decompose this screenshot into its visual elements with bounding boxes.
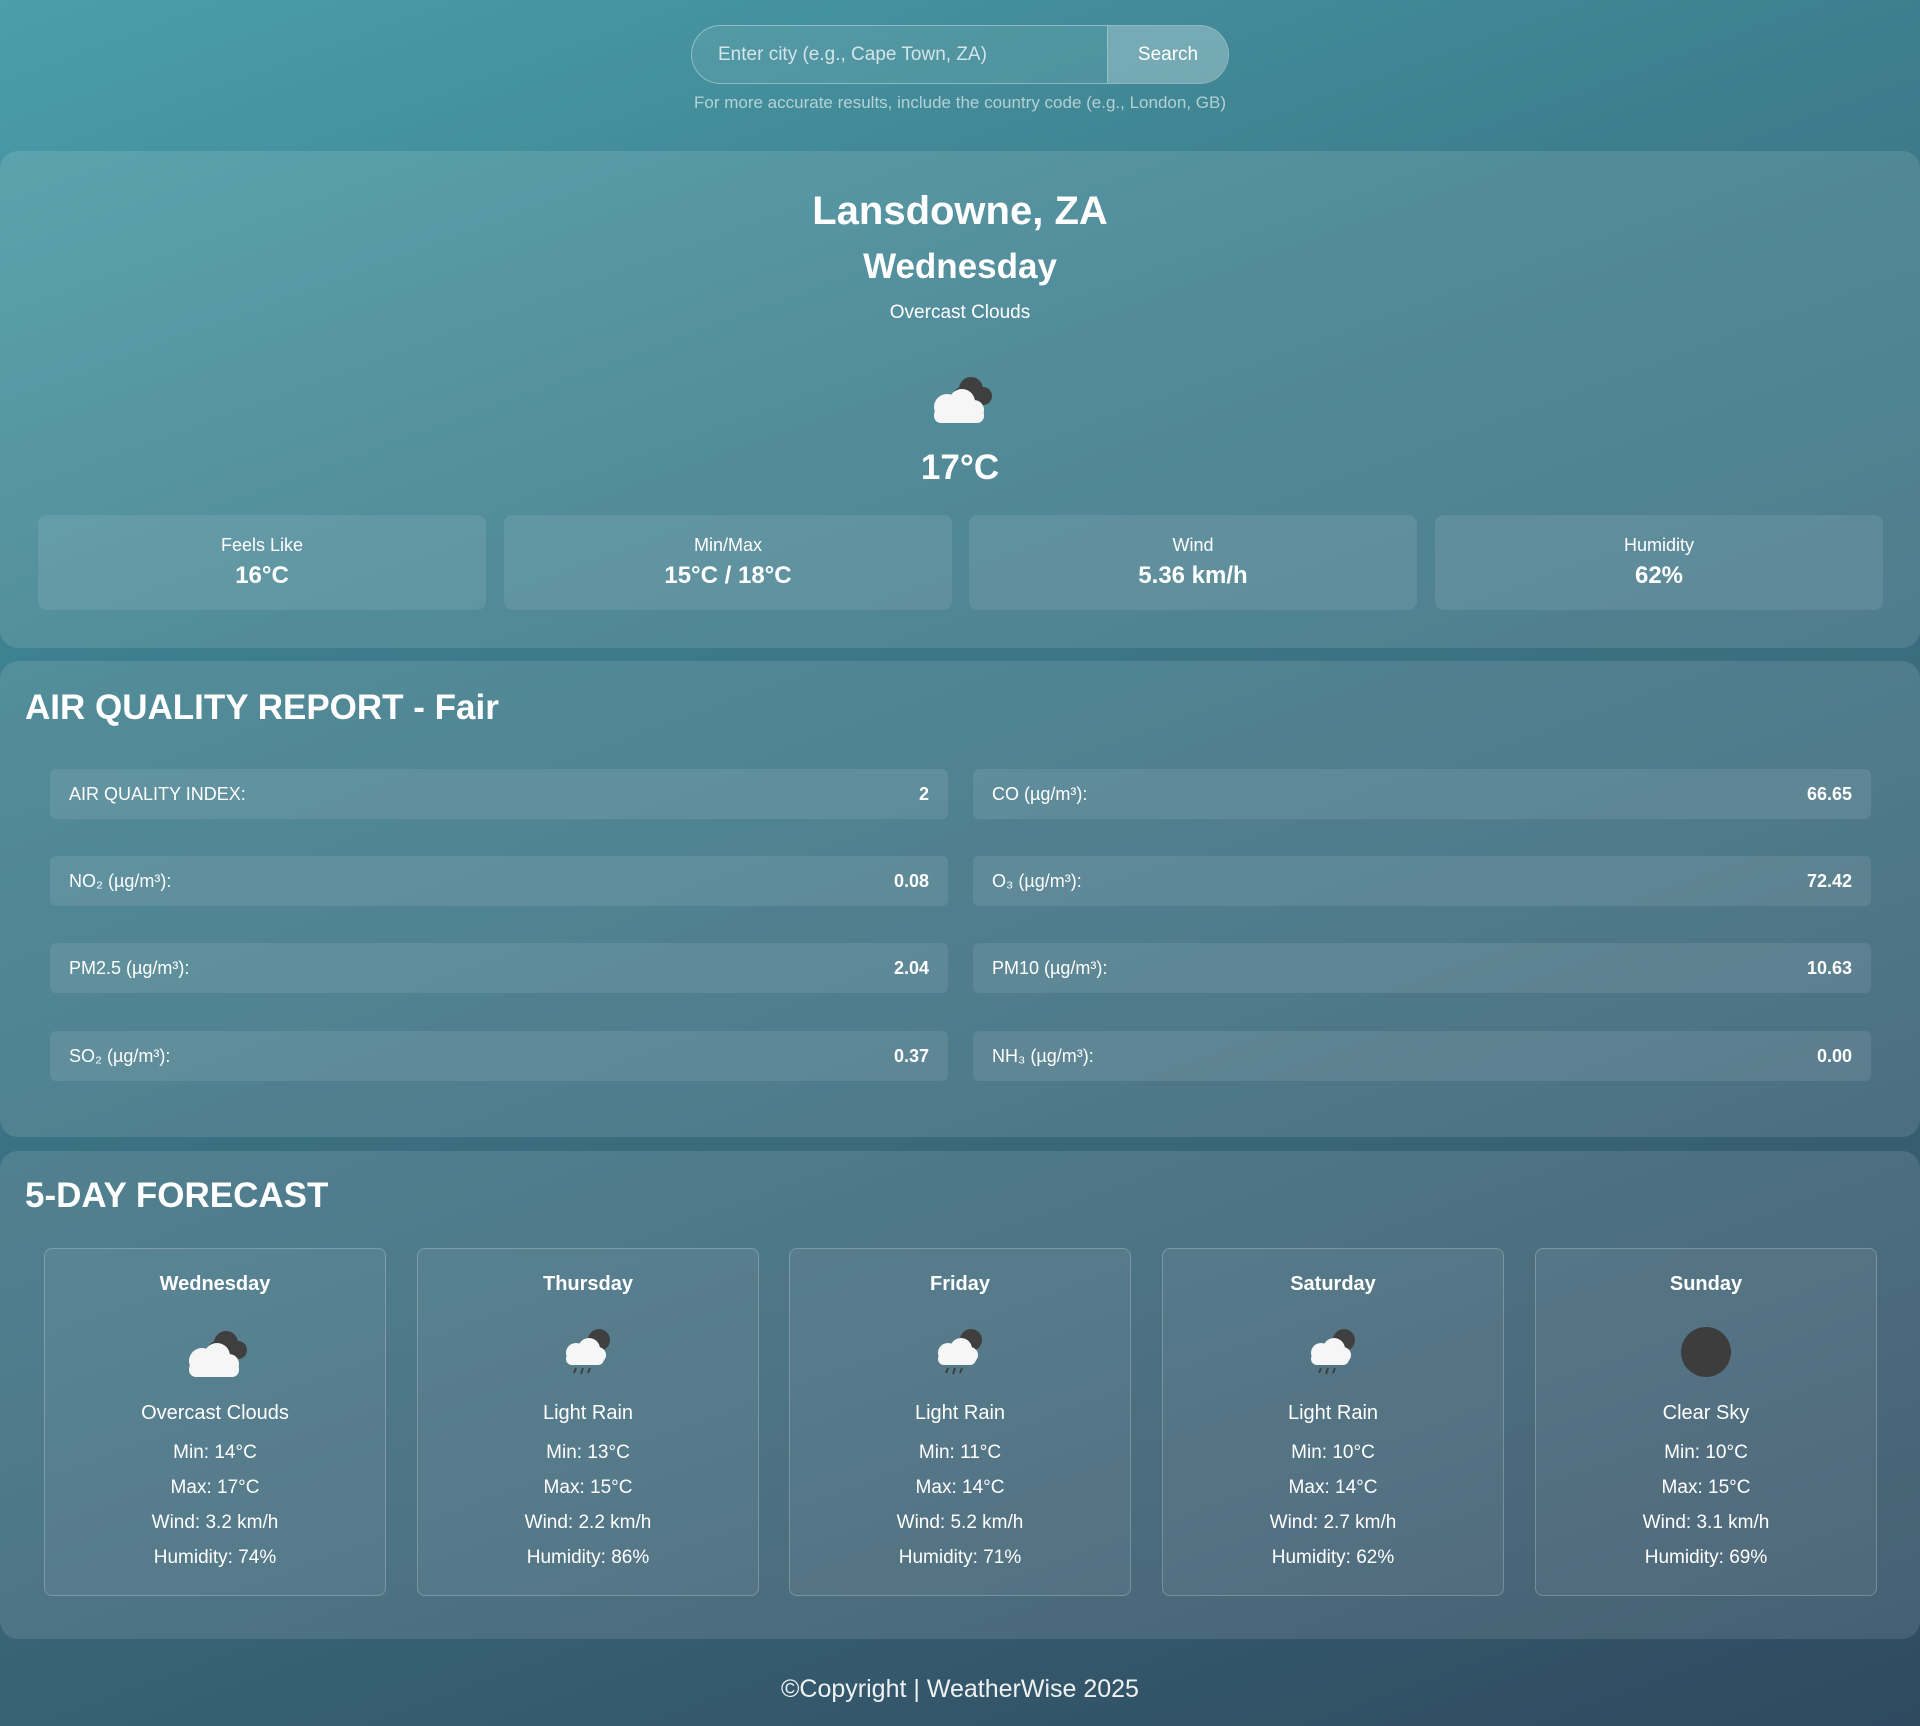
forecast-wind: Wind: 3.1 km/h — [1642, 1512, 1770, 1533]
stat-value: 16°C — [235, 562, 289, 589]
stat-wind: Wind 5.36 km/h — [969, 515, 1417, 610]
forecast-day: Friday — [929, 1273, 991, 1295]
forecast-max: Max: 15°C — [1661, 1477, 1751, 1498]
forecast-wind: Wind: 5.2 km/h — [896, 1512, 1024, 1533]
aq-row-aqi: AIR QUALITY INDEX: 2 — [50, 769, 948, 819]
light-rain-icon — [566, 1329, 610, 1375]
forecast-title: 5-DAY FORECAST — [25, 1176, 329, 1215]
air-quality-panel: AIR QUALITY REPORT - Fair AIR QUALITY IN… — [0, 661, 1920, 1137]
search-hint: For more accurate results, include the c… — [694, 93, 1226, 112]
forecast-card-saturday: Saturday Light Rain Min: 10°C Max: 14°C … — [1162, 1248, 1504, 1596]
overcast-clouds-icon — [934, 377, 992, 423]
forecast-min: Min: 10°C — [1664, 1442, 1748, 1463]
stat-label: Min/Max — [693, 535, 762, 555]
stat-min-max: Min/Max 15°C / 18°C — [504, 515, 952, 610]
forecast-humidity: Humidity: 62% — [1271, 1547, 1395, 1568]
aq-label: NH₃ (µg/m³): — [992, 1045, 1094, 1066]
footer-copyright: ©Copyright | WeatherWise 2025 — [781, 1675, 1139, 1703]
current-description: Overcast Clouds — [889, 302, 1031, 323]
stat-value: 15°C / 18°C — [664, 562, 792, 589]
aq-value: 2.04 — [893, 957, 929, 978]
forecast-description: Clear Sky — [1662, 1402, 1750, 1424]
aq-value: 2 — [918, 783, 929, 804]
forecast-card-wednesday: Wednesday Overcast Clouds Min: 14°C Max:… — [44, 1248, 386, 1596]
air-quality-title: AIR QUALITY REPORT - Fair — [25, 688, 499, 727]
aq-row-nh3: NH₃ (µg/m³): 0.00 — [973, 1031, 1871, 1081]
forecast-min: Min: 13°C — [546, 1442, 630, 1463]
forecast-description: Overcast Clouds — [141, 1402, 289, 1424]
stat-feels-like: Feels Like 16°C — [38, 515, 486, 610]
stat-label: Wind — [1172, 535, 1214, 555]
forecast-card-friday: Friday Light Rain Min: 11°C Max: 14°C Wi… — [789, 1248, 1131, 1596]
aq-row-pm10: PM10 (µg/m³): 10.63 — [973, 943, 1871, 993]
aq-label: AIR QUALITY INDEX: — [69, 783, 246, 804]
forecast-day: Wednesday — [159, 1273, 271, 1295]
forecast-wind: Wind: 2.2 km/h — [524, 1512, 652, 1533]
aq-row-co: CO (µg/m³): 66.65 — [973, 769, 1871, 819]
stat-label: Feels Like — [220, 535, 304, 555]
aq-label: PM2.5 (µg/m³): — [69, 957, 190, 978]
city-name: Lansdowne, ZA — [812, 189, 1108, 233]
clear-sky-icon — [1681, 1327, 1731, 1377]
forecast-description: Light Rain — [542, 1402, 634, 1424]
aq-row-no2: NO₂ (µg/m³): 0.08 — [50, 856, 948, 906]
forecast-wind: Wind: 2.7 km/h — [1269, 1512, 1397, 1533]
forecast-card-thursday: Thursday Light Rain Min: 13°C Max: 15°C … — [417, 1248, 759, 1596]
current-day: Wednesday — [863, 247, 1057, 286]
overcast-clouds-icon — [189, 1331, 247, 1377]
aq-value: 0.08 — [893, 870, 929, 891]
forecast-humidity: Humidity: 86% — [526, 1547, 650, 1568]
light-rain-icon — [938, 1329, 982, 1375]
light-rain-icon — [1311, 1329, 1355, 1375]
current-temperature: 17°C — [920, 448, 1000, 487]
aq-label: CO (µg/m³): — [992, 783, 1088, 804]
forecast-max: Max: 14°C — [1288, 1477, 1378, 1498]
forecast-card-sunday: Sunday Clear Sky Min: 10°C Max: 15°C Win… — [1535, 1248, 1877, 1596]
forecast-description: Light Rain — [1287, 1402, 1379, 1424]
forecast-min: Min: 14°C — [173, 1442, 257, 1463]
forecast-description: Light Rain — [914, 1402, 1006, 1424]
aq-row-o3: O₃ (µg/m³): 72.42 — [973, 856, 1871, 906]
forecast-panel: 5-DAY FORECAST Wednesday Overcast Clouds… — [0, 1151, 1920, 1639]
current-weather-panel: Lansdowne, ZA Wednesday Overcast Clouds … — [0, 151, 1920, 648]
forecast-day: Thursday — [542, 1273, 634, 1295]
forecast-min: Min: 10°C — [1291, 1442, 1375, 1463]
search-area: Search For more accurate results, includ… — [0, 25, 1920, 113]
forecast-day: Sunday — [1669, 1273, 1743, 1295]
forecast-max: Max: 14°C — [915, 1477, 1005, 1498]
forecast-humidity: Humidity: 74% — [153, 1547, 277, 1568]
aq-value: 66.65 — [1806, 783, 1852, 804]
stat-humidity: Humidity 62% — [1435, 515, 1883, 610]
aq-value: 0.00 — [1816, 1045, 1852, 1066]
aq-label: O₃ (µg/m³): — [992, 870, 1082, 891]
forecast-max: Max: 17°C — [170, 1477, 260, 1498]
stat-label: Humidity — [1623, 535, 1694, 555]
aq-value: 10.63 — [1806, 957, 1852, 978]
aq-row-pm25: PM2.5 (µg/m³): 2.04 — [50, 943, 948, 993]
search-bar: Search — [691, 25, 1229, 84]
forecast-min: Min: 11°C — [918, 1442, 1002, 1463]
aq-value: 0.37 — [893, 1045, 929, 1066]
forecast-humidity: Humidity: 69% — [1644, 1547, 1768, 1568]
aq-value: 72.42 — [1806, 870, 1852, 891]
aq-label: NO₂ (µg/m³): — [69, 870, 172, 891]
forecast-wind: Wind: 3.2 km/h — [151, 1512, 279, 1533]
aq-label: SO₂ (µg/m³): — [69, 1045, 171, 1066]
aq-row-so2: SO₂ (µg/m³): 0.37 — [50, 1031, 948, 1081]
stat-value: 5.36 km/h — [1138, 562, 1248, 589]
city-search-input[interactable] — [692, 26, 1107, 83]
forecast-max: Max: 15°C — [543, 1477, 633, 1498]
forecast-day: Saturday — [1290, 1273, 1376, 1295]
stat-value: 62% — [1634, 562, 1684, 589]
search-button[interactable]: Search — [1107, 26, 1228, 83]
aq-label: PM10 (µg/m³): — [992, 957, 1108, 978]
forecast-humidity: Humidity: 71% — [898, 1547, 1022, 1568]
